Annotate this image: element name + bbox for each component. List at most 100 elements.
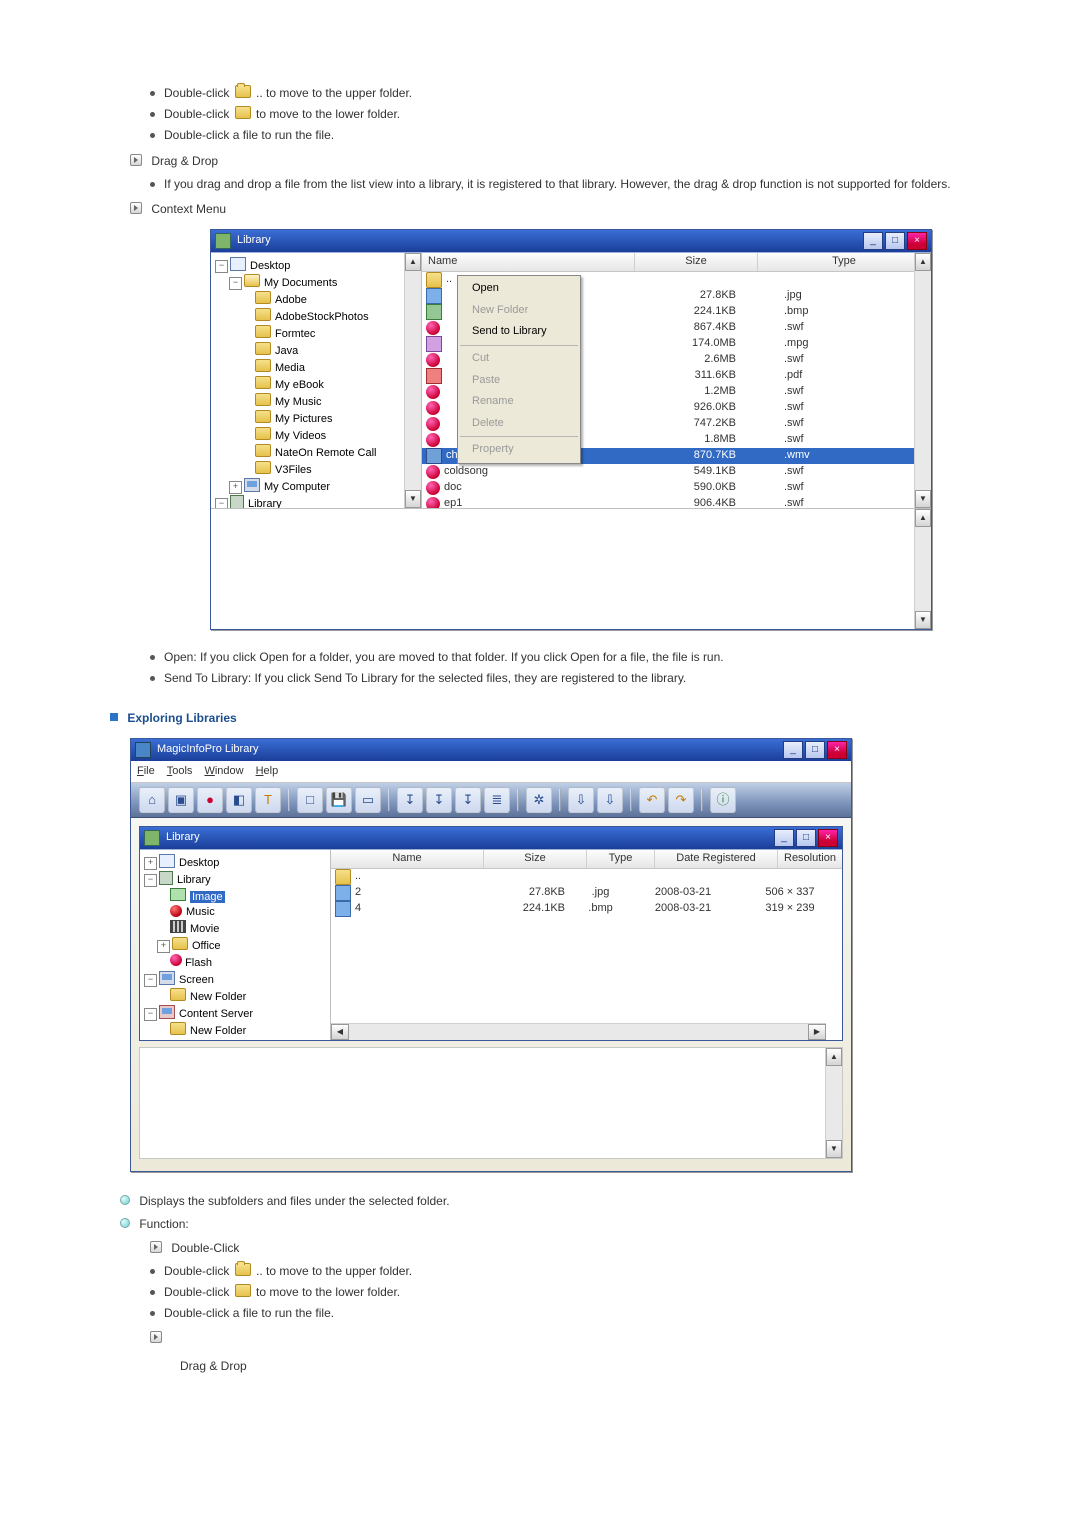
tool-screen-icon[interactable]: ▭: [355, 787, 381, 813]
header-res[interactable]: Resolution: [778, 850, 842, 868]
tool-send1-icon[interactable]: ↧: [397, 787, 423, 813]
menu-file[interactable]: File: [137, 763, 155, 781]
tool-send3-icon[interactable]: ↧: [455, 787, 481, 813]
tool-monitor-icon[interactable]: ▣: [168, 787, 194, 813]
tool-list-icon[interactable]: ≣: [484, 787, 510, 813]
header-type[interactable]: Type: [758, 253, 931, 271]
ctx-separator: [460, 345, 578, 346]
context-menu[interactable]: Open New Folder Send to Library Cut Past…: [457, 275, 581, 464]
scroll-up-button[interactable]: ▲: [405, 253, 421, 271]
titlebar[interactable]: MagicInfoPro Library _ □ ×: [131, 739, 851, 761]
expand-icon[interactable]: +: [229, 481, 242, 494]
file-list-pane[interactable]: Name Size Type .. 27.8KB.jpg224.1KB.bmp8…: [422, 253, 931, 508]
tool-record-icon[interactable]: ●: [197, 787, 223, 813]
app-icon: [215, 233, 231, 249]
collapse-icon[interactable]: −: [144, 974, 157, 987]
minimize-button[interactable]: _: [774, 829, 794, 847]
list-item-up[interactable]: ..: [331, 869, 842, 885]
scroll-up-button[interactable]: ▲: [826, 1048, 842, 1066]
collapse-icon[interactable]: −: [144, 1008, 157, 1021]
list-header[interactable]: Name Size Type: [422, 253, 931, 272]
scroll-left-button[interactable]: ◀: [331, 1024, 349, 1040]
header-size[interactable]: Size: [635, 253, 758, 271]
tree-scrollbar[interactable]: ▲ ▼: [404, 253, 421, 508]
screen-icon: [159, 971, 175, 985]
scroll-up-button[interactable]: ▲: [915, 509, 931, 527]
list-item[interactable]: coldsong549.1KB.swf: [422, 464, 931, 480]
expand-icon[interactable]: +: [157, 940, 170, 953]
preview-scrollbar[interactable]: ▲ ▼: [825, 1048, 842, 1158]
scroll-down-button[interactable]: ▼: [915, 611, 931, 629]
tool-text-icon[interactable]: T: [255, 787, 281, 813]
list-h-scrollbar[interactable]: ◀ ▶: [331, 1023, 826, 1040]
menu-bar[interactable]: File Tools Window Help: [131, 761, 851, 784]
scroll-right-button[interactable]: ▶: [808, 1024, 826, 1040]
tool-send2-icon[interactable]: ↧: [426, 787, 452, 813]
menu-help[interactable]: Help: [256, 763, 279, 781]
expand-icon[interactable]: +: [144, 857, 157, 870]
toolbar[interactable]: ⌂ ▣ ● ◧ T □ 💾 ▭ ↧ ↧ ↧ ≣ ✲ ⇩ ⇩ ↶ ↷ ⓘ: [131, 783, 851, 818]
tool-page2-icon[interactable]: ⇩: [597, 787, 623, 813]
file-type-icon: [426, 304, 442, 320]
list-item[interactable]: 4224.1KB.bmp2008-03-21319 × 239: [331, 901, 842, 917]
collapse-icon[interactable]: −: [144, 874, 157, 887]
header-type[interactable]: Type: [587, 850, 655, 868]
close-button[interactable]: ×: [818, 829, 838, 847]
scroll-down-button[interactable]: ▼: [915, 490, 931, 508]
header-date[interactable]: Date Registered: [655, 850, 778, 868]
list-item[interactable]: doc590.0KB.swf: [422, 480, 931, 496]
file-size: 27.8KB: [475, 884, 573, 902]
header-name[interactable]: Name: [331, 850, 484, 868]
ctx-new-folder: New Folder: [458, 300, 580, 322]
tree-selected[interactable]: Image: [190, 891, 225, 903]
menu-tools[interactable]: Tools: [167, 763, 193, 781]
collapse-icon[interactable]: −: [215, 260, 228, 273]
inner-titlebar[interactable]: Library _ □ ×: [140, 827, 842, 849]
folder-icon: [255, 444, 271, 457]
header-size[interactable]: Size: [484, 850, 587, 868]
tool-page1-icon[interactable]: ⇩: [568, 787, 594, 813]
folder-down-icon: [235, 106, 251, 119]
list-header[interactable]: Name Size Type Date Registered Resolutio…: [331, 850, 842, 869]
tool-new-icon[interactable]: □: [297, 787, 323, 813]
menu-window[interactable]: Window: [204, 763, 243, 781]
scroll-down-button[interactable]: ▼: [826, 1140, 842, 1158]
maximize-button[interactable]: □: [805, 741, 825, 759]
music-lib-icon: [170, 905, 182, 917]
preview-scrollbar[interactable]: ▲ ▼: [914, 509, 931, 629]
close-button[interactable]: ×: [827, 741, 847, 759]
file-type: .swf: [754, 383, 931, 401]
file-type: .bmp: [754, 303, 931, 321]
tool-home-icon[interactable]: ⌂: [139, 787, 165, 813]
tool-save-icon[interactable]: 💾: [326, 787, 352, 813]
minimize-button[interactable]: _: [783, 741, 803, 759]
minimize-button[interactable]: _: [863, 232, 883, 250]
tool-info-icon[interactable]: ⓘ: [710, 787, 736, 813]
scroll-up-button[interactable]: ▲: [915, 253, 931, 271]
ctx-send-library[interactable]: Send to Library: [458, 321, 580, 343]
tool-gear-icon[interactable]: ✲: [526, 787, 552, 813]
maximize-button[interactable]: □: [796, 829, 816, 847]
tool-undo-icon[interactable]: ↶: [639, 787, 665, 813]
maximize-button[interactable]: □: [885, 232, 905, 250]
close-button[interactable]: ×: [907, 232, 927, 250]
file-type-icon: [426, 385, 440, 399]
collapse-icon[interactable]: −: [215, 498, 228, 508]
tree-pane[interactable]: +Desktop −Library Image Music Movie +Off…: [140, 850, 331, 1040]
list-scrollbar[interactable]: ▲ ▼: [914, 253, 931, 508]
list-item[interactable]: 227.8KB.jpg2008-03-21506 × 337: [331, 885, 842, 901]
ctx-open[interactable]: Open: [458, 278, 580, 300]
header-name[interactable]: Name: [422, 253, 635, 271]
collapse-icon[interactable]: −: [229, 277, 242, 290]
titlebar[interactable]: Library _ □ ×: [211, 230, 931, 252]
file-name: doc: [444, 479, 462, 497]
tool-palette-icon[interactable]: ◧: [226, 787, 252, 813]
folder-icon: [244, 274, 260, 287]
list-item[interactable]: ep1906.4KB.swf: [422, 496, 931, 508]
file-list-pane[interactable]: Name Size Type Date Registered Resolutio…: [331, 850, 842, 1040]
tail-arrow-spacer: [150, 1329, 970, 1348]
server-icon: [159, 1005, 175, 1019]
scroll-down-button[interactable]: ▼: [405, 490, 421, 508]
tool-redo-icon[interactable]: ↷: [668, 787, 694, 813]
tree-pane[interactable]: −Desktop −My Documents Adobe AdobeStockP…: [211, 253, 422, 508]
